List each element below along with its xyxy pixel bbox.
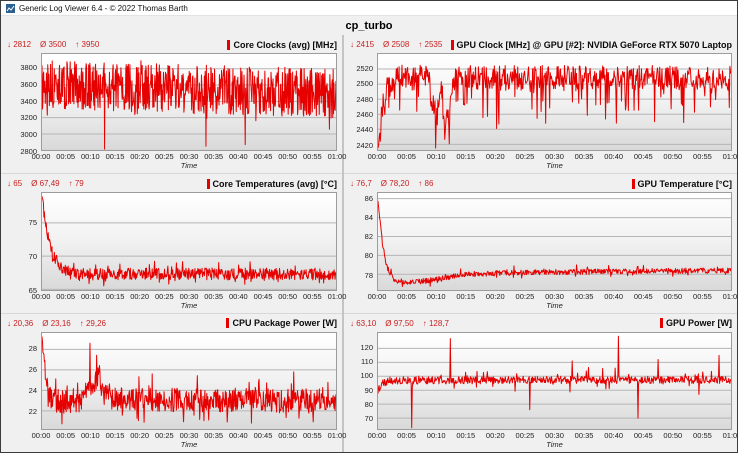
y-axis-labels: 7880828486 [350,192,377,290]
window-title-text: Generic Log Viewer 6.4 - © 2022 Thomas B… [19,4,188,13]
chart-panel-cpu-package-power: ↓ 20,36 Ø 23,16 ↑ 29,26 CPU Package Powe… [1,314,342,452]
plot-row: 657075 [7,192,337,290]
plot-area[interactable] [377,332,732,430]
x-axis-row: 00:0000:0500:1000:1500:2000:2500:3000:35… [7,151,337,161]
plot-area[interactable] [377,192,732,290]
charts-grid: ↓ 2812 Ø 3500 ↑ 3950 Core Clocks (avg) [… [1,35,737,452]
stat-max: ↑ 3950 [75,40,99,49]
chart-stats: ↓ 76,7 Ø 78,20 ↑ 86 [350,179,433,188]
x-axis-title: Time [350,301,732,312]
chart-title-text: Core Temperatures (avg) [°C] [213,179,337,189]
x-axis-title: Time [7,301,337,312]
stat-min: ↓ 2812 [7,40,31,49]
chart-header: ↓ 76,7 Ø 78,20 ↑ 86 GPU Temperature [°C] [350,177,732,190]
x-axis-labels: 00:0000:0500:1000:1500:2000:2500:3000:35… [41,151,337,161]
legend-color-bar [660,318,663,328]
chart-header: ↓ 2415 Ø 2508 ↑ 2535 GPU Clock [MHz] @ G… [350,38,732,51]
chart-title-text: GPU Power [W] [666,318,732,328]
legend-color-bar [451,40,454,50]
app-window: Generic Log Viewer 6.4 - © 2022 Thomas B… [0,0,738,453]
stat-avg: Ø 78,20 [381,179,409,188]
chart-title: GPU Clock [MHz] @ GPU [#2]: NVIDIA GeFor… [451,40,732,50]
plot-area[interactable] [41,192,337,290]
chart-panel-gpu-clock: ↓ 2415 Ø 2508 ↑ 2535 GPU Clock [MHz] @ G… [344,35,737,174]
x-axis-title: Time [7,161,337,172]
chart-title-text: Core Clocks (avg) [MHz] [233,40,337,50]
stat-min: ↓ 63,10 [350,319,376,328]
stat-avg: Ø 97,50 [385,319,413,328]
stat-min: ↓ 76,7 [350,179,372,188]
legend-color-bar [207,179,210,189]
chart-panel-core-temperatures: ↓ 65 Ø 67,49 ↑ 79 Core Temperatures (avg… [1,174,342,313]
x-axis-row: 00:0000:0500:1000:1500:2000:2500:3000:35… [350,291,732,301]
plot-area[interactable] [377,53,732,151]
stat-avg: Ø 2508 [383,40,409,49]
x-axis-title: Time [350,161,732,172]
legend-color-bar [227,40,230,50]
x-axis-labels: 00:0000:0500:1000:1500:2000:2500:3000:35… [377,430,732,440]
x-axis-row: 00:0000:0500:1000:1500:2000:2500:3000:35… [7,430,337,440]
x-axis-row: 00:0000:0500:1000:1500:2000:2500:3000:35… [350,151,732,161]
chart-title-text: CPU Package Power [W] [232,318,337,328]
stat-avg: Ø 23,16 [42,319,70,328]
x-axis-title: Time [350,440,732,451]
stat-max: ↑ 86 [418,179,433,188]
legend-color-bar [226,318,229,328]
chart-title: CPU Package Power [W] [226,318,337,328]
x-axis-labels: 00:0000:0500:1000:1500:2000:2500:3000:35… [377,291,732,301]
chart-panel-gpu-power: ↓ 63,10 Ø 97,50 ↑ 128,7 GPU Power [W] 70… [344,314,737,452]
chart-title: GPU Power [W] [660,318,732,328]
chart-stats: ↓ 20,36 Ø 23,16 ↑ 29,26 [7,319,106,328]
x-axis-labels: 00:0000:0500:1000:1500:2000:2500:3000:35… [41,291,337,301]
chart-header: ↓ 65 Ø 67,49 ↑ 79 Core Temperatures (avg… [7,177,337,190]
chart-panel-core-clocks: ↓ 2812 Ø 3500 ↑ 3950 Core Clocks (avg) [… [1,35,342,174]
stat-min: ↓ 2415 [350,40,374,49]
chart-title-text: GPU Temperature [°C] [638,179,732,189]
stat-avg: Ø 67,49 [31,179,59,188]
chart-header: ↓ 2812 Ø 3500 ↑ 3950 Core Clocks (avg) [… [7,38,337,51]
plot-area[interactable] [41,332,337,430]
x-axis-labels: 00:0000:0500:1000:1500:2000:2500:3000:35… [41,430,337,440]
chart-stats: ↓ 2812 Ø 3500 ↑ 3950 [7,40,99,49]
chart-stats: ↓ 63,10 Ø 97,50 ↑ 128,7 [350,319,449,328]
stat-max: ↑ 2535 [418,40,442,49]
stat-min: ↓ 65 [7,179,22,188]
chart-title: GPU Temperature [°C] [632,179,732,189]
y-axis-labels: 708090100110120 [350,332,377,430]
chart-stats: ↓ 65 Ø 67,49 ↑ 79 [7,179,84,188]
x-axis-labels: 00:0000:0500:1000:1500:2000:2500:3000:35… [377,151,732,161]
y-axis-labels: 22242628 [7,332,41,430]
chart-panel-gpu-temperature: ↓ 76,7 Ø 78,20 ↑ 86 GPU Temperature [°C]… [344,174,737,313]
x-axis-row: 00:0000:0500:1000:1500:2000:2500:3000:35… [350,430,732,440]
app-icon [6,4,15,13]
plot-row: 708090100110120 [350,332,732,430]
stat-max: ↑ 128,7 [423,319,449,328]
chart-title: Core Temperatures (avg) [°C] [207,179,337,189]
page-title: cp_turbo [345,20,392,32]
stat-min: ↓ 20,36 [7,319,33,328]
stat-max: ↑ 79 [69,179,84,188]
chart-stats: ↓ 2415 Ø 2508 ↑ 2535 [350,40,442,49]
app-title-row: cp_turbo [1,16,737,35]
plot-row: 7880828486 [350,192,732,290]
chart-header: ↓ 63,10 Ø 97,50 ↑ 128,7 GPU Power [W] [350,317,732,330]
plot-row: 22242628 [7,332,337,430]
legend-color-bar [632,179,635,189]
chart-header: ↓ 20,36 Ø 23,16 ↑ 29,26 CPU Package Powe… [7,317,337,330]
chart-title: Core Clocks (avg) [MHz] [227,40,337,50]
y-axis-labels: 657075 [7,192,41,290]
x-axis-title: Time [7,440,337,451]
window-titlebar[interactable]: Generic Log Viewer 6.4 - © 2022 Thomas B… [1,1,737,16]
charts-column-right: ↓ 2415 Ø 2508 ↑ 2535 GPU Clock [MHz] @ G… [344,35,737,452]
stat-max: ↑ 29,26 [80,319,106,328]
plot-area[interactable] [41,53,337,151]
charts-column-left: ↓ 2812 Ø 3500 ↑ 3950 Core Clocks (avg) [… [1,35,342,452]
y-axis-labels: 280030003200340036003800 [7,53,41,151]
plot-row: 280030003200340036003800 [7,53,337,151]
y-axis-labels: 242024402460248025002520 [350,53,377,151]
stat-avg: Ø 3500 [40,40,66,49]
chart-title-text: GPU Clock [MHz] @ GPU [#2]: NVIDIA GeFor… [457,40,732,50]
plot-row: 242024402460248025002520 [350,53,732,151]
x-axis-row: 00:0000:0500:1000:1500:2000:2500:3000:35… [7,291,337,301]
